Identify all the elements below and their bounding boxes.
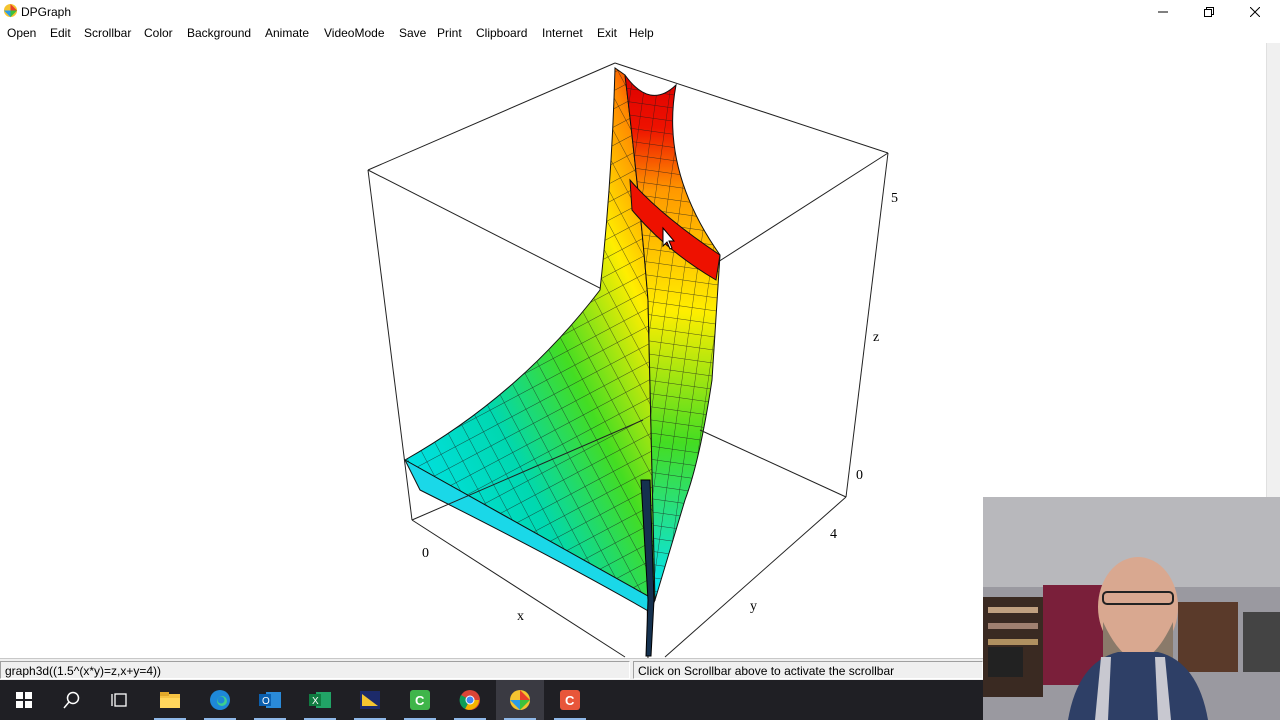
- menu-animate[interactable]: Animate: [265, 26, 309, 40]
- menu-print[interactable]: Print: [437, 26, 462, 40]
- x-tick-start: 0: [422, 546, 429, 561]
- close-icon: [1250, 6, 1260, 17]
- close-button[interactable]: [1232, 0, 1278, 23]
- camtasia-recorder-button[interactable]: C: [546, 680, 594, 720]
- hint-status: Click on Scrollbar above to activate the…: [633, 661, 983, 679]
- z-tick-top: 5: [891, 191, 898, 206]
- menu-clipboard[interactable]: Clipboard: [476, 26, 527, 40]
- camtasia-icon: C: [410, 690, 430, 710]
- camtasia-recorder-icon: C: [560, 690, 580, 710]
- search-icon: [63, 691, 80, 709]
- task-view-icon: [111, 693, 127, 707]
- menu-bar: Open Edit Scrollbar Color Background Ani…: [0, 23, 1280, 43]
- y-axis-name: y: [750, 599, 757, 614]
- menu-exit[interactable]: Exit: [597, 26, 617, 40]
- menu-color[interactable]: Color: [144, 26, 173, 40]
- edge-icon: [210, 690, 230, 710]
- surface-left-mesh: [405, 68, 655, 600]
- dpgraph-icon: [510, 690, 530, 710]
- camtasia-button[interactable]: C: [396, 680, 444, 720]
- menu-internet[interactable]: Internet: [542, 26, 583, 40]
- menu-save[interactable]: Save: [399, 26, 426, 40]
- chrome-icon: [459, 690, 480, 710]
- restore-icon: [1204, 6, 1214, 17]
- y-tick-end: 4: [830, 527, 837, 542]
- app-icon: [360, 691, 380, 709]
- dpgraph-app-icon: [3, 3, 18, 18]
- edge-button[interactable]: [196, 680, 244, 720]
- menu-help[interactable]: Help: [629, 26, 654, 40]
- restore-button[interactable]: [1186, 0, 1232, 23]
- presenter-video-frame: [983, 497, 1280, 720]
- svg-text:O: O: [262, 696, 270, 707]
- outlook-icon: O: [259, 692, 281, 708]
- excel-icon: X: [309, 692, 331, 708]
- search-button[interactable]: [48, 680, 96, 720]
- start-icon: [16, 692, 32, 708]
- chrome-button[interactable]: [446, 680, 494, 720]
- formula-status: graph3d((1.5^(x*y)=z,x+y=4)): [0, 661, 630, 679]
- start-button[interactable]: [0, 680, 48, 720]
- menu-scrollbar[interactable]: Scrollbar: [84, 26, 131, 40]
- minimize-icon: [1158, 11, 1168, 12]
- z-axis-name: z: [873, 330, 879, 345]
- x-axis-name: x: [517, 609, 524, 624]
- svg-text:C: C: [565, 693, 575, 708]
- menu-background[interactable]: Background: [187, 26, 251, 40]
- task-view-button[interactable]: [96, 680, 144, 720]
- dpgraph-taskbar-button[interactable]: [496, 680, 544, 720]
- svg-text:C: C: [415, 693, 425, 708]
- z-tick-bottom: 0: [856, 468, 863, 483]
- app-button[interactable]: [346, 680, 394, 720]
- svg-text:X: X: [312, 696, 319, 707]
- menu-videomode[interactable]: VideoMode: [324, 26, 385, 40]
- webcam-overlay: [983, 497, 1280, 720]
- outlook-button[interactable]: O: [246, 680, 294, 720]
- minimize-button[interactable]: [1140, 0, 1186, 23]
- menu-open[interactable]: Open: [7, 26, 36, 40]
- window-title: DPGraph: [21, 5, 72, 19]
- file-explorer-icon: [160, 692, 180, 708]
- title-bar: DPGraph: [0, 0, 1280, 23]
- excel-button[interactable]: X: [296, 680, 344, 720]
- menu-edit[interactable]: Edit: [50, 26, 71, 40]
- file-explorer-button[interactable]: [146, 680, 194, 720]
